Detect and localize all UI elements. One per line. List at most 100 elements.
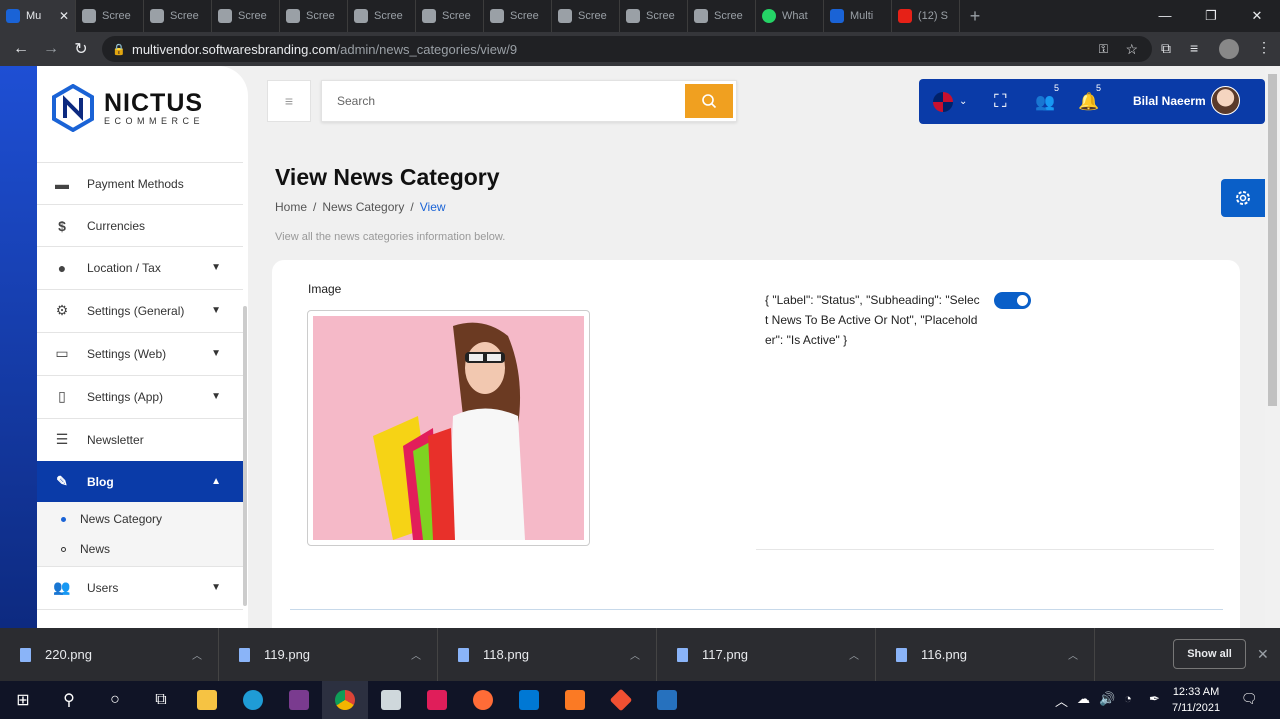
scrollbar-thumb[interactable] [1268, 74, 1277, 406]
breadcrumb-home[interactable]: Home [275, 200, 307, 214]
settings-gear-button[interactable] [1221, 179, 1265, 217]
youtube-icon [898, 9, 912, 23]
onedrive-icon[interactable]: ☁ [1077, 691, 1090, 707]
browser-tab[interactable]: Scree [212, 0, 280, 32]
search-input[interactable]: Search [321, 80, 737, 122]
wifi-icon[interactable]: ◔ [1124, 691, 1132, 706]
sidebar-item-payment-methods[interactable]: ▬ Payment Methods [37, 162, 243, 204]
forward-arrow-icon[interactable]: → [36, 34, 66, 64]
chevron-up-icon[interactable]: ︿ [849, 647, 859, 662]
camera-icon [218, 9, 232, 23]
sidebar-item-blog[interactable]: ✎ Blog ▲ [37, 461, 243, 502]
page-scrollbar[interactable] [1265, 66, 1280, 628]
minimize-window-button[interactable]: — [1142, 8, 1188, 24]
download-item[interactable]: 116.png ︿ [876, 628, 1095, 681]
browser-tab[interactable]: Scree [552, 0, 620, 32]
browser-tab[interactable]: Scree [484, 0, 552, 32]
breadcrumb-news-category[interactable]: News Category [322, 200, 404, 214]
avatar[interactable] [1211, 86, 1240, 115]
media-control-icon[interactable]: ≡ [1190, 40, 1198, 56]
volume-icon[interactable]: 🔊 [1099, 691, 1115, 707]
profile-avatar[interactable] [1219, 39, 1239, 59]
winrar-icon[interactable] [276, 681, 322, 719]
language-selector[interactable]: ⌄ [933, 79, 967, 124]
show-all-button[interactable]: Show all [1173, 639, 1246, 669]
browser-tab[interactable]: Scree [144, 0, 212, 32]
user-name[interactable]: Bilal Naeerm [1133, 94, 1206, 108]
browser-tab[interactable]: What [756, 0, 824, 32]
sidebar-item-settings-general[interactable]: ⚙ Settings (General) ▼ [37, 289, 243, 331]
download-item[interactable]: 117.png ︿ [657, 628, 876, 681]
windows-start-icon[interactable]: ⊞ [0, 681, 46, 719]
chevron-up-icon[interactable]: ︿ [411, 647, 421, 662]
sidebar-item-location-tax[interactable]: ● Location / Tax ▼ [37, 246, 243, 288]
browser-tab[interactable]: Scree [280, 0, 348, 32]
category-image-frame [307, 310, 590, 546]
close-icon[interactable]: ✕ [1257, 646, 1269, 663]
postman-icon[interactable] [460, 681, 506, 719]
chevron-up-icon[interactable]: ︿ [1068, 647, 1078, 662]
new-tab-button[interactable]: + [960, 6, 990, 27]
chevron-down-icon: ▼ [211, 262, 221, 273]
paint-icon[interactable] [368, 681, 414, 719]
sidebar-item-settings-app[interactable]: ▯ Settings (App) ▼ [37, 375, 243, 417]
breadcrumb: Home / News Category / View [275, 200, 446, 214]
close-tab-icon[interactable]: ✕ [59, 9, 69, 23]
chrome-icon[interactable] [322, 681, 368, 719]
cortana-icon[interactable]: ○ [92, 681, 138, 719]
sidebar-item-users[interactable]: 👥 Users ▼ [37, 566, 243, 608]
browser-menu-icon[interactable]: ⋮ [1257, 39, 1271, 56]
browser-tab[interactable]: (12) S [892, 0, 960, 32]
download-item[interactable]: 220.png ︿ [0, 628, 219, 681]
left-accent-strip [0, 66, 37, 628]
close-window-button[interactable]: ✕ [1234, 8, 1280, 24]
git-icon[interactable] [598, 681, 644, 719]
browser-tab[interactable]: Mu ✕ [0, 0, 76, 32]
sidebar-item-currencies[interactable]: $ Currencies [37, 204, 243, 246]
star-icon[interactable]: ☆ [1125, 41, 1138, 58]
download-item[interactable]: 118.png ︿ [438, 628, 657, 681]
restore-window-button[interactable]: ❐ [1188, 8, 1234, 24]
edge-icon[interactable] [230, 681, 276, 719]
system-clock[interactable]: 12:33 AM 7/11/2021 [1172, 684, 1220, 716]
sidebar-subitem-news[interactable]: News [61, 542, 110, 556]
fullscreen-icon[interactable]: ⛶ [994, 79, 1007, 124]
sidebar-item-newsletter[interactable]: ☰ Newsletter [37, 418, 243, 460]
browser-tab[interactable]: Scree [688, 0, 756, 32]
camera-icon [694, 9, 708, 23]
browser-tab[interactable]: Scree [348, 0, 416, 32]
lock-icon: 🔒 [112, 43, 126, 56]
gear-icon [1236, 191, 1250, 205]
reload-icon[interactable]: ↻ [66, 34, 96, 64]
pen-icon[interactable]: ✒ [1149, 691, 1160, 707]
chevron-up-icon[interactable]: ︿ [192, 647, 202, 662]
contacts-icon[interactable]: 👥 [1035, 79, 1055, 124]
task-view-icon[interactable]: ⧉ [138, 681, 184, 719]
vscode-icon[interactable] [506, 681, 552, 719]
sidebar-subitem-news-category[interactable]: News Category [61, 512, 162, 526]
powershell-icon[interactable] [644, 681, 690, 719]
file-explorer-icon[interactable] [184, 681, 230, 719]
browser-tab[interactable]: Scree [416, 0, 484, 32]
extensions-icon[interactable]: ⧉ [1161, 40, 1171, 57]
sidebar-scrollbar[interactable] [243, 306, 247, 606]
key-icon[interactable]: ⚿ [1099, 42, 1108, 57]
sidebar-item-settings-web[interactable]: ▭ Settings (Web) ▼ [37, 332, 243, 374]
browser-tab[interactable]: Scree [620, 0, 688, 32]
slack-icon[interactable] [414, 681, 460, 719]
url-input[interactable]: 🔒 multivendor.softwaresbranding.com/admi… [102, 36, 1152, 62]
browser-tab[interactable]: Multi [824, 0, 892, 32]
download-item[interactable]: 119.png ︿ [219, 628, 438, 681]
browser-tab[interactable]: Scree [76, 0, 144, 32]
menu-toggle-button[interactable]: ≡ [267, 80, 311, 122]
status-toggle[interactable] [994, 292, 1031, 309]
search-icon[interactable]: ⚲ [46, 681, 92, 719]
notifications-icon[interactable]: 🗨 [1241, 691, 1258, 707]
chevron-up-icon[interactable]: ︿ [1055, 691, 1068, 710]
chevron-down-icon: ▼ [211, 582, 221, 593]
back-arrow-icon[interactable]: ← [6, 34, 36, 64]
chevron-up-icon[interactable]: ︿ [630, 647, 640, 662]
nictus-logo[interactable]: NICTUS ECOMMERCE [52, 84, 204, 132]
xampp-icon[interactable] [552, 681, 598, 719]
search-button[interactable] [685, 84, 733, 118]
